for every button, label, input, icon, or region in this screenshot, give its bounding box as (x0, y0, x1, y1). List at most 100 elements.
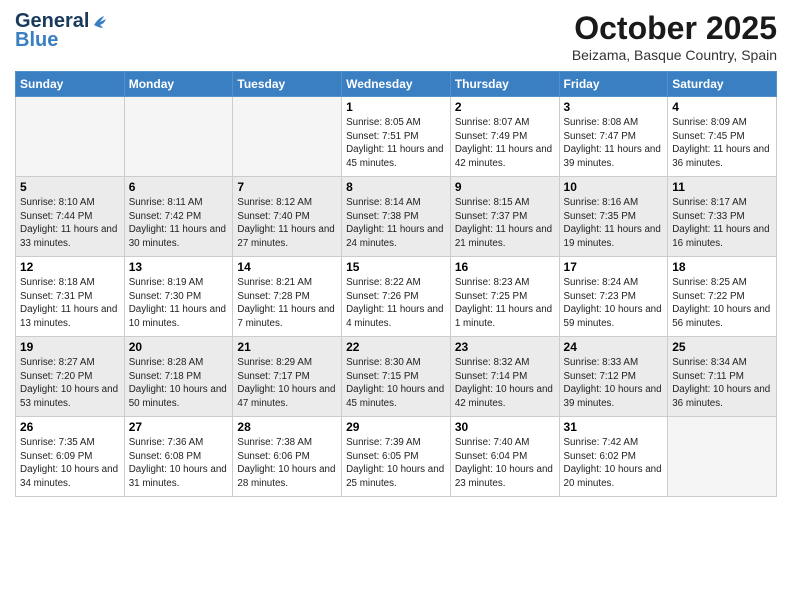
table-row: 14 Sunrise: 8:21 AMSunset: 7:28 PMDayligh… (233, 257, 342, 337)
day-info: Sunrise: 8:11 AMSunset: 7:42 PMDaylight:… (129, 196, 229, 251)
logo-bird-icon (91, 13, 109, 31)
day-info: Sunrise: 8:05 AMSunset: 7:51 PMDaylight:… (346, 116, 446, 171)
day-number: 24 (564, 340, 664, 354)
table-row: 23Sunrise: 8:32 AMSunset: 7:14 PMDayligh… (450, 337, 559, 417)
day-info: Sunrise: 8:27 AMSunset: 7:20 PMDaylight:… (20, 356, 120, 411)
table-row: 21 Sunrise: 8:29 AMSunset: 7:17 PMDayligh… (233, 337, 342, 417)
day-number: 3 (564, 100, 664, 114)
day-number: 20 (129, 340, 229, 354)
day-info: Sunrise: 8:07 AMSunset: 7:49 PMDaylight:… (455, 116, 555, 171)
day-info: Sunrise: 8:24 AMSunset: 7:23 PMDaylight:… (564, 276, 664, 331)
table-row: 2 Sunrise: 8:07 AMSunset: 7:49 PMDaylight… (450, 97, 559, 177)
table-row: 22Sunrise: 8:30 AMSunset: 7:15 PMDayligh… (342, 337, 451, 417)
day-info: Sunrise: 8:34 AMSunset: 7:11 PMDaylight:… (672, 356, 772, 411)
day-number: 5 (20, 180, 120, 194)
table-row: 19 Sunrise: 8:27 AMSunset: 7:20 PMDayligh… (16, 337, 125, 417)
table-row (124, 97, 233, 177)
day-info: Sunrise: 8:12 AMSunset: 7:40 PMDaylight:… (237, 196, 337, 251)
calendar-week-row: 5 Sunrise: 8:10 AMSunset: 7:44 PMDaylight… (16, 177, 777, 257)
table-row: 1 Sunrise: 8:05 AMSunset: 7:51 PMDaylight… (342, 97, 451, 177)
day-info: Sunrise: 7:42 AMSunset: 6:02 PMDaylight:… (564, 436, 664, 491)
table-row: 24 Sunrise: 8:33 AMSunset: 7:12 PMDayligh… (559, 337, 668, 417)
day-number: 2 (455, 100, 555, 114)
table-row: 10 Sunrise: 8:16 AMSunset: 7:35 PMDayligh… (559, 177, 668, 257)
day-number: 23 (455, 340, 555, 354)
day-info: Sunrise: 8:28 AMSunset: 7:18 PMDaylight:… (129, 356, 229, 411)
header-thursday: Thursday (450, 72, 559, 97)
table-row: 18 Sunrise: 8:25 AMSunset: 7:22 PMDayligh… (668, 257, 777, 337)
day-number: 21 (237, 340, 337, 354)
day-info: Sunrise: 8:08 AMSunset: 7:47 PMDaylight:… (564, 116, 664, 171)
day-number: 6 (129, 180, 229, 194)
day-number: 8 (346, 180, 446, 194)
table-row: 25Sunrise: 8:34 AMSunset: 7:11 PMDayligh… (668, 337, 777, 417)
month-title: October 2025 (572, 10, 777, 47)
table-row: 29 Sunrise: 7:39 AMSunset: 6:05 PMDayligh… (342, 417, 451, 497)
day-info: Sunrise: 8:16 AMSunset: 7:35 PMDaylight:… (564, 196, 664, 251)
day-number: 10 (564, 180, 664, 194)
calendar-week-row: 19 Sunrise: 8:27 AMSunset: 7:20 PMDayligh… (16, 337, 777, 417)
day-info: Sunrise: 7:38 AMSunset: 6:06 PMDaylight:… (237, 436, 337, 491)
day-info: Sunrise: 8:29 AMSunset: 7:17 PMDaylight:… (237, 356, 337, 411)
header-saturday: Saturday (668, 72, 777, 97)
table-row: 30 Sunrise: 7:40 AMSunset: 6:04 PMDayligh… (450, 417, 559, 497)
day-number: 16 (455, 260, 555, 274)
calendar-week-row: 12Sunrise: 8:18 AMSunset: 7:31 PMDayligh… (16, 257, 777, 337)
header-monday: Monday (124, 72, 233, 97)
day-number: 19 (20, 340, 120, 354)
day-info: Sunrise: 7:36 AMSunset: 6:08 PMDaylight:… (129, 436, 229, 491)
day-info: Sunrise: 7:40 AMSunset: 6:04 PMDaylight:… (455, 436, 555, 491)
day-number: 29 (346, 420, 446, 434)
calendar-table: Sunday Monday Tuesday Wednesday Thursday… (15, 71, 777, 497)
header-friday: Friday (559, 72, 668, 97)
day-number: 9 (455, 180, 555, 194)
location-subtitle: Beizama, Basque Country, Spain (572, 47, 777, 63)
header: General Blue October 2025 Beizama, Basqu… (15, 10, 777, 63)
calendar-header-row: Sunday Monday Tuesday Wednesday Thursday… (16, 72, 777, 97)
title-section: October 2025 Beizama, Basque Country, Sp… (572, 10, 777, 63)
page: General Blue October 2025 Beizama, Basqu… (0, 0, 792, 612)
day-info: Sunrise: 7:35 AMSunset: 6:09 PMDaylight:… (20, 436, 120, 491)
table-row: 7Sunrise: 8:12 AMSunset: 7:40 PMDaylight… (233, 177, 342, 257)
day-number: 13 (129, 260, 229, 274)
table-row: 31 Sunrise: 7:42 AMSunset: 6:02 PMDayligh… (559, 417, 668, 497)
day-number: 30 (455, 420, 555, 434)
day-info: Sunrise: 8:18 AMSunset: 7:31 PMDaylight:… (20, 276, 120, 331)
calendar-week-row: 1 Sunrise: 8:05 AMSunset: 7:51 PMDaylight… (16, 97, 777, 177)
day-number: 22 (346, 340, 446, 354)
day-info: Sunrise: 8:25 AMSunset: 7:22 PMDaylight:… (672, 276, 772, 331)
day-info: Sunrise: 8:23 AMSunset: 7:25 PMDaylight:… (455, 276, 555, 331)
table-row: 11Sunrise: 8:17 AMSunset: 7:33 PMDayligh… (668, 177, 777, 257)
table-row: 6 Sunrise: 8:11 AMSunset: 7:42 PMDaylight… (124, 177, 233, 257)
day-number: 31 (564, 420, 664, 434)
table-row (668, 417, 777, 497)
day-number: 1 (346, 100, 446, 114)
table-row: 16 Sunrise: 8:23 AMSunset: 7:25 PMDayligh… (450, 257, 559, 337)
day-info: Sunrise: 8:33 AMSunset: 7:12 PMDaylight:… (564, 356, 664, 411)
day-info: Sunrise: 7:39 AMSunset: 6:05 PMDaylight:… (346, 436, 446, 491)
calendar-week-row: 26 Sunrise: 7:35 AMSunset: 6:09 PMDayligh… (16, 417, 777, 497)
table-row: 4Sunrise: 8:09 AMSunset: 7:45 PMDaylight… (668, 97, 777, 177)
day-info: Sunrise: 8:21 AMSunset: 7:28 PMDaylight:… (237, 276, 337, 331)
day-info: Sunrise: 8:17 AMSunset: 7:33 PMDaylight:… (672, 196, 772, 251)
header-sunday: Sunday (16, 72, 125, 97)
day-info: Sunrise: 8:14 AMSunset: 7:38 PMDaylight:… (346, 196, 446, 251)
day-number: 14 (237, 260, 337, 274)
table-row (16, 97, 125, 177)
day-info: Sunrise: 8:19 AMSunset: 7:30 PMDaylight:… (129, 276, 229, 331)
table-row: 5 Sunrise: 8:10 AMSunset: 7:44 PMDaylight… (16, 177, 125, 257)
table-row: 8 Sunrise: 8:14 AMSunset: 7:38 PMDaylight… (342, 177, 451, 257)
day-info: Sunrise: 8:09 AMSunset: 7:45 PMDaylight:… (672, 116, 772, 171)
day-info: Sunrise: 8:10 AMSunset: 7:44 PMDaylight:… (20, 196, 120, 251)
day-info: Sunrise: 8:15 AMSunset: 7:37 PMDaylight:… (455, 196, 555, 251)
day-number: 26 (20, 420, 120, 434)
header-tuesday: Tuesday (233, 72, 342, 97)
table-row: 12Sunrise: 8:18 AMSunset: 7:31 PMDayligh… (16, 257, 125, 337)
day-number: 15 (346, 260, 446, 274)
table-row: 20 Sunrise: 8:28 AMSunset: 7:18 PMDayligh… (124, 337, 233, 417)
table-row: 15Sunrise: 8:22 AMSunset: 7:26 PMDayligh… (342, 257, 451, 337)
table-row: 27 Sunrise: 7:36 AMSunset: 6:08 PMDayligh… (124, 417, 233, 497)
day-number: 18 (672, 260, 772, 274)
table-row: 28Sunrise: 7:38 AMSunset: 6:06 PMDayligh… (233, 417, 342, 497)
day-number: 27 (129, 420, 229, 434)
